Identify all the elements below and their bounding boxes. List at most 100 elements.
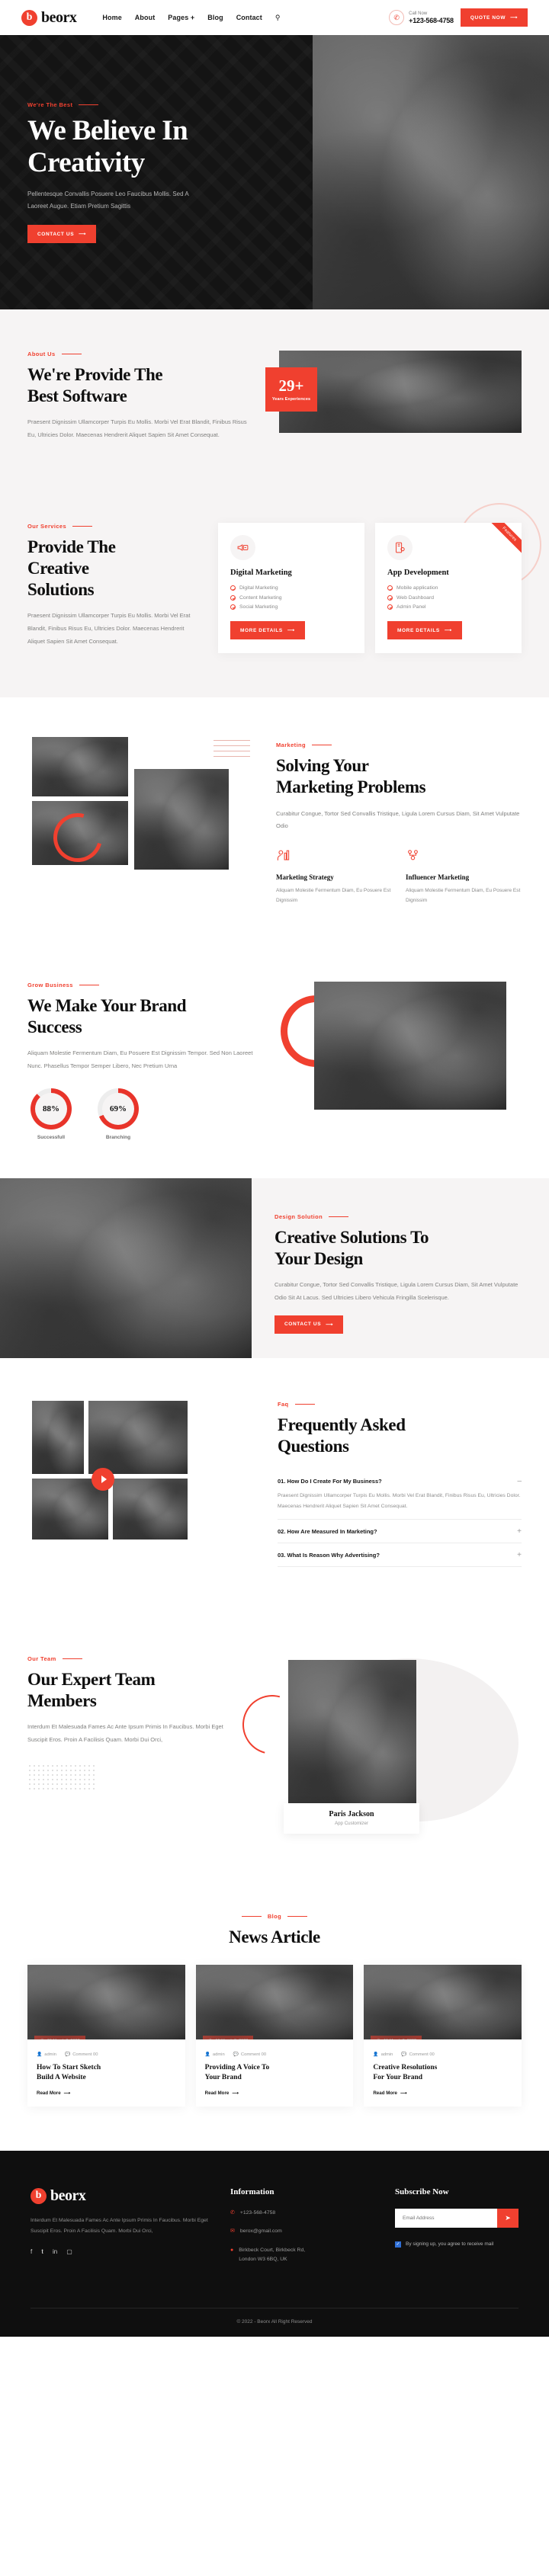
blog-card-title: Providing A Voice To Your Brand — [205, 2063, 345, 2084]
play-icon[interactable] — [92, 1468, 114, 1491]
read-more-link[interactable]: Read More ⟶ — [373, 2091, 512, 2096]
grow-media — [265, 980, 522, 1119]
about-content: About Us We're Provide The Best Software… — [27, 351, 256, 442]
arrow-right-icon: ⟶ — [444, 628, 452, 634]
blog-title-line1: Providing A Voice To — [204, 2064, 270, 2072]
more-details-button[interactable]: MORE DETAILS ⟶ — [387, 621, 462, 640]
service-list-item: Admin Panel — [387, 602, 509, 611]
footer-logo[interactable]: b beorx — [30, 2187, 210, 2205]
read-more-link[interactable]: Read More ⟶ — [205, 2091, 345, 2096]
call-now-block[interactable]: ✆ Call Now +123-568-4758 — [389, 10, 454, 25]
nav-item-home[interactable]: Home — [102, 14, 121, 21]
footer-columns: b beorx Interdum Et Malesuada Fames Ac A… — [30, 2187, 518, 2308]
progress-ring: 88% — [30, 1088, 72, 1130]
faq-question-header[interactable]: 02. How Are Measured In Marketing? + — [278, 1527, 522, 1536]
faq-content: Faq Frequently Asked Questions 01. How D… — [278, 1401, 522, 1568]
faq-item[interactable]: 02. How Are Measured In Marketing? + — [278, 1520, 522, 1544]
faq-question-header[interactable]: 03. What Is Reason Why Advertising? + — [278, 1551, 522, 1559]
blog-comments: 💬 Comment 00 — [401, 2052, 435, 2058]
logo[interactable]: b beorx — [21, 9, 77, 27]
design-title-line1: Creative Solutions To — [274, 1228, 429, 1248]
blog-date: 📅 15 March 2, 2022 — [202, 2036, 254, 2040]
blog-card[interactable]: 📅 15 March 2, 2022 👤admin 💬Comment 00 Ho… — [27, 1965, 185, 2107]
about-paragraph: Praesent Dignissim Ullamcorper Turpis Eu… — [27, 418, 247, 438]
service-card[interactable]: Digital Marketing Digital Marketing Cont… — [218, 522, 364, 654]
about-eyebrow: About Us — [27, 351, 256, 357]
search-icon[interactable]: ⚲ — [275, 14, 281, 22]
faq-question-header[interactable]: 01. How Do I Create For My Business? – — [278, 1477, 522, 1485]
footer-address: Birkbeck Court, Birkbeck Rd, London W3 6… — [239, 2246, 305, 2265]
mobile-settings-icon — [387, 534, 413, 560]
check-icon — [230, 604, 236, 610]
blog-author-name: admin — [212, 2052, 225, 2058]
service-list-item: Mobile application — [387, 584, 509, 593]
agree-checkbox[interactable]: ✓ — [395, 2241, 401, 2248]
twitter-icon[interactable]: 𝐭 — [41, 2248, 43, 2256]
read-more-link[interactable]: Read More ⟶ — [37, 2091, 176, 2096]
nav-item-about[interactable]: About — [135, 14, 156, 21]
design-image — [0, 1178, 252, 1359]
subscribe-send-button[interactable]: ➤ — [497, 2208, 518, 2228]
blog-author-name: admin — [380, 2052, 393, 2058]
faq-question: 02. How Are Measured In Marketing? — [278, 1528, 377, 1536]
email-input[interactable] — [395, 2208, 497, 2228]
services-eyebrow: Our Services — [27, 523, 200, 530]
footer-email-row[interactable]: ✉ berox@gmail.com — [230, 2227, 375, 2237]
blog-card-title: How To Start Sketch Build A Website — [37, 2063, 176, 2084]
services-paragraph: Praesent Dignissim Ullamcorper Turpis Eu… — [27, 611, 191, 645]
blog-card[interactable]: 📅 15 March 2, 2022 👤admin 💬Comment 00 Cr… — [364, 1965, 522, 2107]
service-card-list: Mobile application Web Dashboard Admin P… — [387, 584, 509, 612]
footer-address-line2: London W3 6BQ, UK — [239, 2257, 287, 2263]
service-card-list: Digital Marketing Content Marketing Soci… — [230, 584, 352, 612]
grow-eyebrow-text: Grow Business — [27, 982, 73, 989]
team-eyebrow-text: Our Team — [27, 1655, 56, 1663]
service-card[interactable]: Features App Development Mobile applicat… — [375, 522, 522, 654]
plus-icon[interactable]: + — [517, 1551, 522, 1559]
footer-subscribe-column: Subscribe Now ➤ ✓ By signing up, you agr… — [395, 2187, 518, 2274]
progress-value: 69% — [110, 1104, 127, 1114]
hero-contact-button[interactable]: CONTACT US ⟶ — [27, 225, 97, 244]
faq-title-line2: Questions — [278, 1437, 349, 1456]
minus-icon[interactable]: – — [517, 1477, 522, 1485]
service-card-title: Digital Marketing — [230, 568, 292, 577]
linkedin-icon[interactable]: in — [53, 2248, 57, 2256]
hero-title-line2: Creativity — [27, 146, 145, 178]
instagram-icon[interactable]: ▢ — [66, 2248, 72, 2256]
service-list-item: Digital Marketing — [230, 584, 352, 593]
check-icon — [387, 585, 393, 591]
blog-image: 📅 15 March 2, 2022 — [27, 1965, 185, 2040]
blog-author: 👤 admin — [37, 2052, 57, 2058]
footer-address-row: ● Birkbeck Court, Birkbeck Rd, London W3… — [230, 2246, 375, 2265]
team-media: Paris Jackson App Customizer — [231, 1655, 522, 1838]
faq-eyebrow-text: Faq — [278, 1401, 289, 1408]
nav-item-blog[interactable]: Blog — [207, 14, 223, 21]
marketing-features: Marketing Strategy Aliquam Molestie Ferm… — [276, 848, 522, 905]
grow-title: We Make Your Brand Success — [27, 995, 253, 1038]
phone-icon: ✆ — [389, 10, 405, 25]
blog-card[interactable]: 📅 15 March 2, 2022 👤admin 💬Comment 00 Pr… — [195, 1965, 354, 2107]
hero-title: We Believe In Creativity — [27, 115, 313, 179]
faq-item[interactable]: 03. What Is Reason Why Advertising? + — [278, 1543, 522, 1568]
facebook-icon[interactable]: f — [30, 2248, 32, 2256]
marketing-paragraph: Curabitur Congue, Tortor Sed Convallis T… — [276, 809, 520, 830]
nav-item-contact[interactable]: Contact — [236, 14, 262, 21]
faq-item[interactable]: 01. How Do I Create For My Business? – P… — [278, 1469, 522, 1520]
blog-meta: 👤 admin 💬 Comment 00 — [37, 2052, 176, 2057]
footer-brand-column: b beorx Interdum Et Malesuada Fames Ac A… — [30, 2187, 210, 2274]
check-icon — [230, 585, 236, 591]
more-details-button[interactable]: MORE DETAILS ⟶ — [230, 621, 305, 640]
strategy-icon — [276, 850, 291, 866]
footer-phone-row[interactable]: ✆ +123-568-4758 — [230, 2209, 375, 2219]
faq-title: Frequently Asked Questions — [278, 1415, 522, 1457]
subscribe-agree-row[interactable]: ✓ By signing up, you agree to receive ma… — [395, 2241, 518, 2248]
quote-now-button[interactable]: QUOTE NOW ⟶ — [460, 8, 528, 27]
nav-item-pages[interactable]: Pages + — [168, 14, 194, 21]
blog-title-line2: For Your Brand — [373, 2074, 423, 2082]
team-member-card[interactable]: Paris Jackson App Customizer — [284, 1803, 419, 1834]
design-contact-button[interactable]: CONTACT US ⟶ — [274, 1315, 344, 1334]
plus-icon[interactable]: + — [517, 1527, 522, 1536]
blog-author: 👤 admin — [204, 2052, 225, 2058]
service-list-label: Social Marketing — [239, 604, 278, 610]
footer-information-heading: Information — [230, 2187, 274, 2196]
grow-title-line2: Success — [27, 1017, 82, 1037]
